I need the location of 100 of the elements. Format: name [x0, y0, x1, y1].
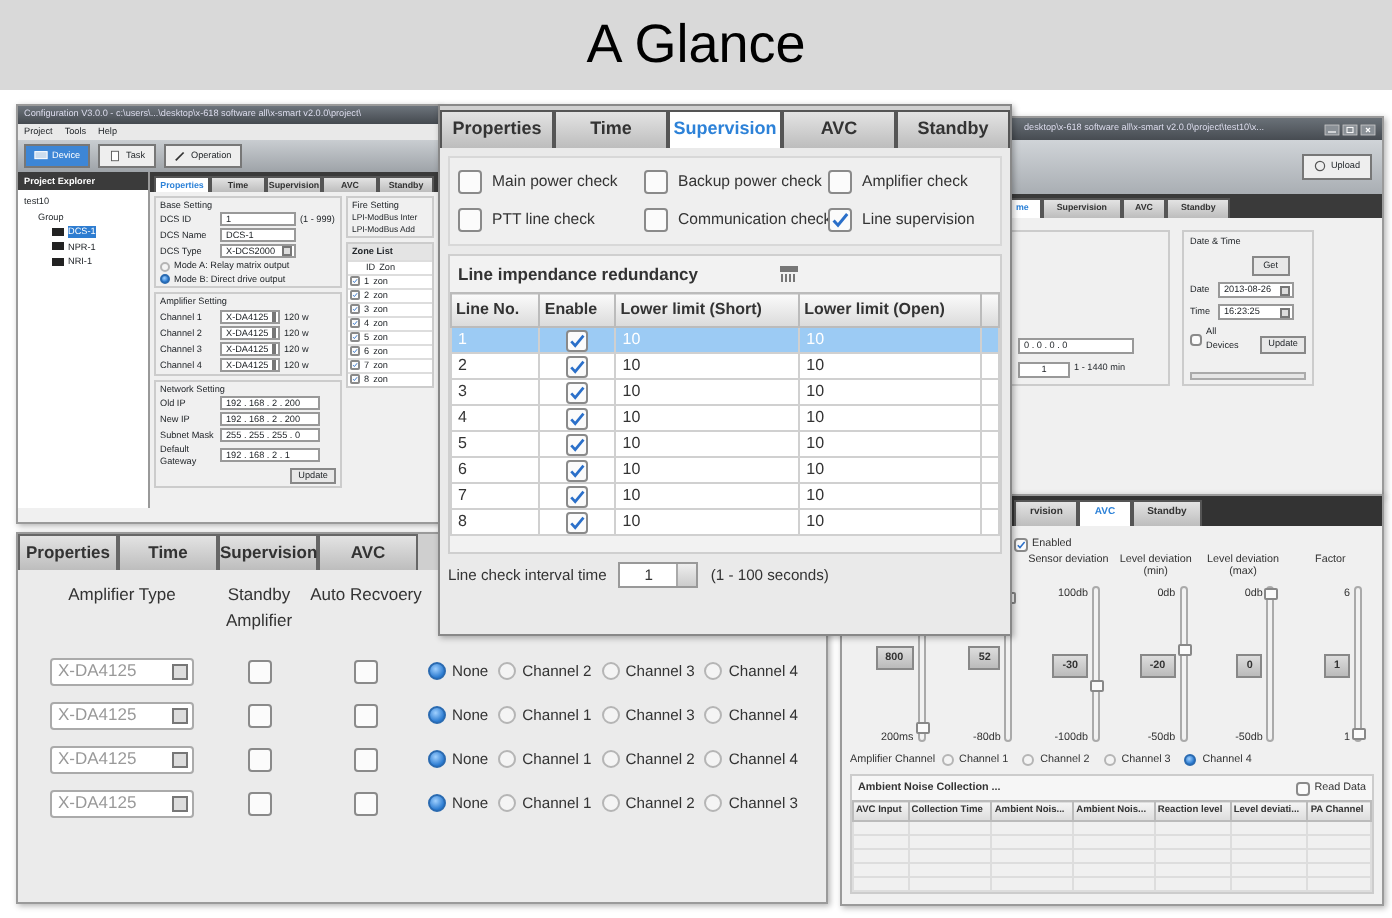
tab[interactable]: Supervision — [668, 110, 782, 147]
table-cell: 1 — [451, 327, 540, 354]
table-row[interactable]: 4 10 10 — [451, 405, 999, 432]
radio-button[interactable] — [1103, 754, 1116, 767]
checkbox[interactable] — [566, 407, 589, 430]
table-cell: 10 — [799, 431, 982, 458]
checkbox[interactable] — [350, 360, 360, 371]
radio-button[interactable] — [704, 794, 723, 813]
checkbox[interactable] — [566, 355, 589, 378]
slider-thumb[interactable] — [1264, 588, 1279, 600]
checkbox[interactable] — [247, 703, 271, 728]
checkbox[interactable] — [350, 332, 360, 343]
table-cell: 10 — [615, 457, 800, 484]
checkbox[interactable] — [828, 207, 852, 231]
checkbox[interactable] — [350, 290, 360, 301]
slider-thumb[interactable] — [1177, 644, 1192, 656]
checkbox[interactable] — [566, 381, 589, 404]
radio-button[interactable] — [601, 750, 620, 769]
column-header: Auto Recvoery — [308, 581, 424, 608]
slider-thumb[interactable] — [1090, 679, 1105, 691]
radio-button[interactable] — [1022, 754, 1035, 767]
checkbox[interactable] — [1296, 781, 1311, 796]
table-cell: 7 — [451, 483, 540, 510]
checkbox[interactable] — [1014, 537, 1028, 551]
radio-button[interactable] — [704, 750, 723, 769]
tab[interactable]: AVC — [318, 534, 418, 570]
table-cell: 10 — [615, 509, 800, 536]
table-cell: 10 — [615, 405, 800, 432]
radio-button[interactable] — [498, 794, 517, 813]
checkbox[interactable] — [354, 703, 378, 728]
radio-button[interactable] — [428, 662, 446, 681]
checkbox[interactable] — [354, 791, 378, 816]
radio-button[interactable] — [498, 662, 517, 681]
minimize-icon[interactable] — [1324, 123, 1340, 135]
checkbox[interactable] — [566, 433, 589, 456]
radio-button[interactable] — [941, 754, 954, 767]
checkbox[interactable] — [1190, 334, 1202, 347]
radio-button[interactable] — [601, 794, 620, 813]
checkbox[interactable] — [247, 791, 271, 816]
radio-button[interactable] — [428, 794, 446, 813]
checkbox[interactable] — [354, 747, 378, 772]
table-row[interactable]: 6 10 10 — [451, 457, 999, 484]
checkbox[interactable] — [247, 747, 271, 772]
slider-thumb[interactable] — [915, 721, 930, 733]
table-cell: 5 — [451, 431, 540, 458]
radio-button[interactable] — [160, 274, 170, 285]
slider-thumb[interactable] — [1352, 728, 1367, 740]
radio-button[interactable] — [160, 261, 170, 272]
tab[interactable]: Time — [118, 534, 218, 570]
table-cell: 10 — [799, 483, 982, 510]
tab[interactable]: Time — [554, 110, 668, 147]
table-row[interactable]: 2 10 10 — [451, 353, 999, 380]
panel-title: Line impendance redundancy — [458, 261, 698, 287]
tab[interactable]: AVC — [782, 110, 896, 147]
checkbox[interactable] — [350, 346, 360, 357]
checkbox[interactable] — [350, 304, 360, 315]
checkbox[interactable] — [458, 207, 482, 231]
radio-button[interactable] — [428, 706, 446, 725]
table-cell: 10 — [799, 405, 982, 432]
radio-button[interactable] — [704, 706, 723, 725]
checkbox[interactable] — [458, 169, 482, 193]
table-cell: 4 — [451, 405, 540, 432]
table-cell: 10 — [799, 353, 982, 380]
radio-button[interactable] — [428, 750, 446, 769]
radio-button[interactable] — [498, 750, 517, 769]
checkbox[interactable] — [566, 329, 589, 352]
tab[interactable]: Standby — [896, 110, 1010, 147]
table-cell: 6 — [451, 457, 540, 484]
maximize-icon[interactable] — [1342, 123, 1358, 135]
table-row[interactable]: 8 10 10 — [451, 509, 999, 536]
checkbox[interactable] — [566, 459, 589, 482]
checkbox[interactable] — [247, 659, 271, 684]
slider-track[interactable] — [1266, 586, 1275, 742]
radio-button[interactable] — [498, 706, 517, 725]
radio-button[interactable] — [704, 662, 723, 681]
columns-icon[interactable] — [777, 263, 800, 284]
checkbox[interactable] — [350, 374, 360, 385]
table-cell: 10 — [615, 353, 800, 380]
radio-button[interactable] — [601, 706, 620, 725]
slider-track[interactable] — [1179, 586, 1188, 742]
tab[interactable]: Properties — [18, 534, 118, 570]
column-header: Standby Amplifier — [223, 581, 295, 634]
close-icon[interactable] — [1360, 123, 1376, 135]
checkbox[interactable] — [644, 207, 668, 231]
checkbox[interactable] — [644, 169, 668, 193]
checkbox[interactable] — [354, 659, 378, 684]
table-cell: 10 — [799, 379, 982, 406]
checkbox[interactable] — [566, 485, 589, 508]
checkbox[interactable] — [350, 276, 360, 287]
checkbox[interactable] — [828, 169, 852, 193]
radio-button[interactable] — [1184, 754, 1197, 767]
checkbox[interactable] — [350, 318, 360, 329]
table-row[interactable]: 3 10 10 — [451, 379, 999, 406]
checkbox[interactable] — [566, 511, 589, 534]
slider-track[interactable] — [1092, 586, 1101, 742]
radio-button[interactable] — [601, 662, 620, 681]
table-row[interactable]: 5 10 10 — [451, 431, 999, 458]
table-row[interactable]: 7 10 10 — [451, 483, 999, 510]
tab[interactable]: Properties — [440, 110, 554, 147]
slider-track[interactable] — [1354, 586, 1363, 742]
